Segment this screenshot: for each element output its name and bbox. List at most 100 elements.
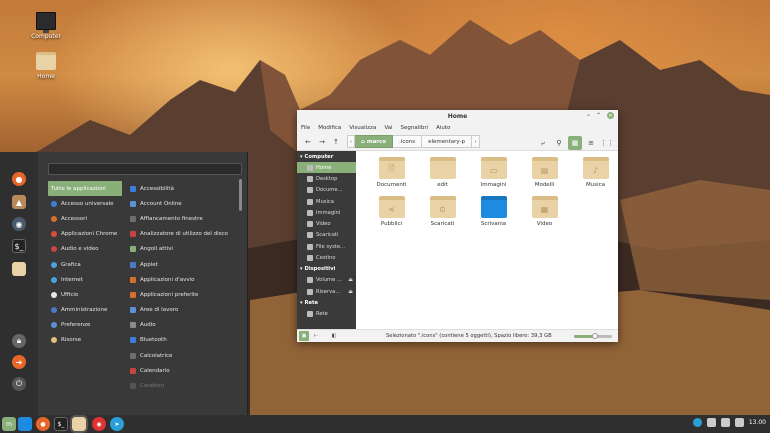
folder-item[interactable]: ▭ Immagini bbox=[468, 157, 519, 188]
menu-app-item[interactable]: Calendario bbox=[130, 363, 235, 378]
power-icon[interactable]: ⏻ bbox=[12, 377, 26, 391]
menu-vai[interactable]: Vai bbox=[384, 125, 392, 131]
menu-app-item[interactable]: Applicazioni d'avvio bbox=[130, 272, 235, 287]
menu-modifica[interactable]: Modifica bbox=[318, 125, 341, 131]
search-icon[interactable]: ⚲ bbox=[552, 136, 566, 150]
menu-category[interactable]: Accesso universale bbox=[48, 196, 122, 211]
sidebar-item[interactable]: Scaricati bbox=[297, 230, 356, 241]
menu-category[interactable]: Amministrazione bbox=[48, 303, 122, 318]
eject-icon[interactable]: ⏏ bbox=[348, 289, 353, 295]
chrome-icon[interactable]: ◉ bbox=[92, 417, 106, 431]
menu-category[interactable]: Accessori bbox=[48, 211, 122, 226]
menu-app-item[interactable]: Affiancamento finestre bbox=[130, 211, 235, 226]
lock-icon[interactable]: 🔒︎ bbox=[12, 334, 26, 348]
sidebar-item[interactable]: Riserva... ⏏ bbox=[297, 286, 356, 297]
eject-icon[interactable]: ⏏ bbox=[348, 277, 353, 283]
menu-category[interactable]: Tutte le applicazioni bbox=[48, 181, 122, 197]
menu-app-item[interactable]: Angoli attivi bbox=[130, 242, 235, 257]
desktop-icon-computer[interactable]: Computer bbox=[26, 12, 66, 40]
sidebar-item[interactable]: Cestino bbox=[297, 252, 356, 263]
zoom-slider[interactable] bbox=[574, 333, 612, 339]
files-icon[interactable] bbox=[70, 415, 88, 433]
folder-item[interactable]: edit bbox=[417, 157, 468, 188]
menu-segnalibri[interactable]: Segnalibri bbox=[401, 125, 429, 131]
logout-icon[interactable]: ➔ bbox=[12, 355, 26, 369]
places-toggle-icon[interactable]: ▣ bbox=[299, 331, 309, 341]
folder-item[interactable]: Scrivania bbox=[468, 196, 519, 227]
menu-app-item[interactable]: Accessibilità bbox=[130, 181, 235, 196]
mint-menu-icon[interactable]: m bbox=[2, 417, 16, 431]
menu-app-item[interactable]: Analizzatore di utilizzo del disco bbox=[130, 227, 235, 242]
sidebar-item[interactable]: Rete bbox=[297, 308, 356, 319]
network-icon[interactable] bbox=[720, 418, 730, 427]
sidebar-item[interactable]: Musica bbox=[297, 196, 356, 207]
menu-scrollbar[interactable] bbox=[239, 179, 242, 211]
folder-item[interactable]: ♪ Musica bbox=[570, 157, 621, 188]
breadcrumb-elementary[interactable]: elementary-p bbox=[422, 135, 473, 148]
sidebar-item[interactable]: Docume... bbox=[297, 185, 356, 196]
shield-icon[interactable] bbox=[706, 418, 716, 427]
menu-category[interactable]: Risorse bbox=[48, 333, 122, 348]
window-titlebar[interactable]: Home – ⌃ ✕ bbox=[297, 110, 618, 122]
disks-icon[interactable]: ◉ bbox=[12, 217, 26, 231]
zoom-knob[interactable] bbox=[591, 333, 598, 339]
toggle-location-icon[interactable]: ⤶ bbox=[536, 136, 550, 150]
folder-item[interactable]: ▦ Video bbox=[519, 196, 570, 227]
icon-view-icon[interactable]: ▦ bbox=[568, 136, 582, 150]
maximize-icon[interactable]: ⌃ bbox=[596, 112, 601, 119]
telegram-tray-icon[interactable] bbox=[692, 418, 702, 427]
show-desktop-icon[interactable] bbox=[18, 417, 32, 431]
menu-app-item[interactable]: Calcolatrice bbox=[130, 348, 235, 363]
menu-app-item[interactable]: Aree di lavoro bbox=[130, 303, 235, 318]
folder-icon[interactable] bbox=[12, 262, 26, 276]
terminal-icon[interactable]: $_ bbox=[54, 417, 68, 431]
menu-app-item[interactable]: Account Online bbox=[130, 196, 235, 211]
sidebar-item[interactable]: Desktop bbox=[297, 173, 356, 184]
breadcrumb-icons[interactable]: .icons bbox=[393, 135, 423, 148]
menu-category[interactable]: Internet bbox=[48, 272, 122, 287]
up-icon[interactable]: ↑ bbox=[329, 135, 343, 149]
close-icon[interactable]: ✕ bbox=[607, 112, 614, 119]
forward-icon[interactable]: → bbox=[315, 135, 329, 149]
breadcrumb-right-icon[interactable]: › bbox=[472, 135, 481, 148]
menu-visualizza[interactable]: Visualizza bbox=[349, 125, 376, 131]
sidebar-hide-icon[interactable]: ◧ bbox=[329, 331, 339, 341]
sidebar-item[interactable]: Volume ... ⏏ bbox=[297, 275, 356, 286]
telegram-icon[interactable]: ➤ bbox=[110, 417, 124, 431]
menu-app-item[interactable]: Caratteri bbox=[130, 378, 235, 393]
sidebar-section-header[interactable]: Dispositivi bbox=[297, 264, 356, 275]
menu-app-item[interactable]: Applicazioni preferite bbox=[130, 287, 235, 302]
menu-app-item[interactable]: Bluetooth bbox=[130, 333, 235, 348]
minimize-icon[interactable]: – bbox=[587, 112, 590, 119]
compact-view-icon[interactable]: ⋮⋮ bbox=[600, 136, 614, 150]
breadcrumb-left-icon[interactable]: ‹ bbox=[347, 135, 355, 148]
folder-item[interactable]: ⋖ Pubblici bbox=[366, 196, 417, 227]
menu-file[interactable]: File bbox=[301, 125, 310, 131]
sidebar-section-header[interactable]: Computer bbox=[297, 151, 356, 162]
list-view-icon[interactable]: ≡ bbox=[584, 136, 598, 150]
menu-category[interactable]: Applicazioni Chrome bbox=[48, 227, 122, 242]
volume-icon[interactable] bbox=[734, 418, 744, 427]
folder-item[interactable]: 🗎 Documenti bbox=[366, 157, 417, 188]
firefox-icon[interactable]: ● bbox=[36, 417, 50, 431]
menu-aiuto[interactable]: Aiuto bbox=[436, 125, 450, 131]
clock[interactable]: 13.00 bbox=[749, 419, 766, 426]
sidebar-item[interactable]: Home bbox=[297, 162, 356, 174]
menu-category[interactable]: Ufficio bbox=[48, 287, 122, 302]
menu-category[interactable]: Preferenze bbox=[48, 318, 122, 333]
terminal-icon[interactable]: $_ bbox=[12, 239, 26, 253]
folder-item[interactable]: ▤ Modelli bbox=[519, 157, 570, 188]
sidebar-item[interactable]: Immagini bbox=[297, 207, 356, 218]
menu-app-item[interactable]: Applet bbox=[130, 257, 235, 272]
menu-search-input[interactable] bbox=[48, 163, 242, 175]
tree-toggle-icon[interactable]: ⊢ bbox=[311, 331, 321, 341]
menu-app-item[interactable]: Audio bbox=[130, 318, 235, 333]
image-viewer-icon[interactable]: ▲ bbox=[12, 195, 26, 209]
sidebar-item[interactable]: Video bbox=[297, 218, 356, 229]
breadcrumb-home[interactable]: ⌂ marco bbox=[355, 135, 394, 148]
desktop-icon-home[interactable]: Home bbox=[26, 52, 66, 80]
menu-category[interactable]: Grafica bbox=[48, 257, 122, 272]
firefox-icon[interactable]: ● bbox=[12, 172, 26, 186]
sidebar-section-header[interactable]: Rete bbox=[297, 297, 356, 308]
menu-category[interactable]: Audio e video bbox=[48, 242, 122, 257]
